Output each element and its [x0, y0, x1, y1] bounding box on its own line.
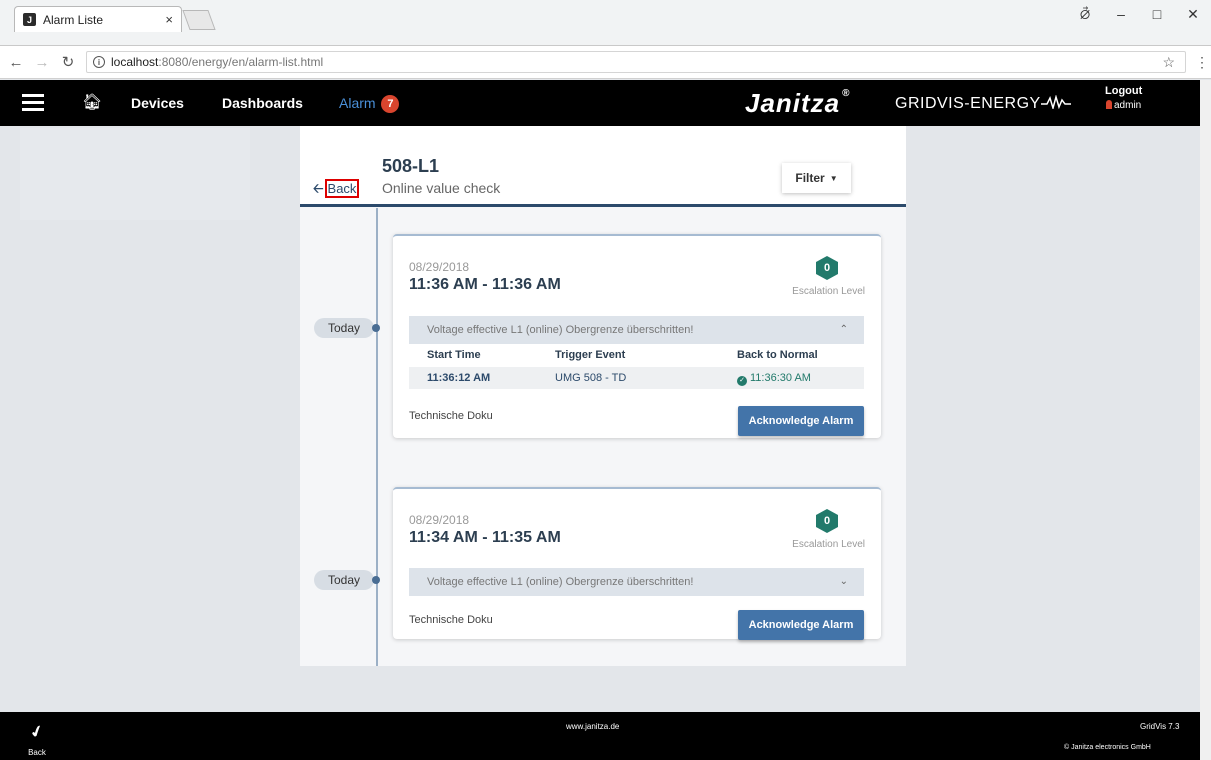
user-icon: [1106, 100, 1112, 109]
background-panel: [20, 128, 250, 220]
brand-registered: ®: [842, 88, 851, 99]
alarm-card: 08/29/2018 11:36 AM - 11:36 AM 0 Escalat…: [393, 234, 881, 438]
logout-label: Logout: [1105, 85, 1143, 97]
back-link-label: Back: [324, 179, 360, 198]
alarm-note: Technische Doku: [409, 410, 493, 422]
url-host: localhost: [111, 55, 159, 69]
alarm-count-badge: 7: [381, 95, 400, 114]
back-to-normal-time: 11:36:30 AM: [750, 372, 811, 384]
alarm-time-range: 11:34 AM - 11:35 AM: [409, 529, 561, 546]
browser-toolbar: ← → ↻ i localhost:8080/energy/en/alarm-l…: [0, 46, 1211, 79]
table-header-row: Start Time Trigger Event Back to Normal: [409, 344, 864, 366]
tab-close-icon[interactable]: ×: [165, 12, 173, 27]
app-navbar: 🏠︎ Devices Dashboards Alarm 7 Janitza ® G…: [0, 80, 1200, 126]
nav-devices[interactable]: Devices: [131, 95, 184, 111]
tab-title: Alarm Liste: [43, 12, 104, 27]
product-name: GRIDVIS-ENERGY: [895, 94, 1071, 113]
browser-menu-icon[interactable]: ⋮: [1195, 54, 1209, 71]
alarm-condition-header[interactable]: Voltage effective L1 (online) Obergrenze…: [409, 568, 864, 596]
maximize-icon[interactable]: □: [1139, 6, 1175, 22]
url-path: :8080/energy/en/alarm-list.html: [158, 55, 324, 69]
escalation-level-hexagon-icon: 0: [816, 509, 838, 533]
nav-alarm[interactable]: Alarm 7: [339, 95, 400, 114]
timeline-dot: [372, 324, 380, 332]
back-arrow-icon: 🡠︎: [313, 181, 324, 196]
alarm-card: 08/29/2018 11:34 AM - 11:35 AM 0 Escalat…: [393, 487, 881, 640]
username: admin: [1114, 100, 1142, 111]
timeline-dot: [372, 576, 380, 584]
footer-website-link[interactable]: www.janitza.de: [566, 722, 619, 731]
reload-icon[interactable]: ↻: [58, 53, 78, 71]
hamburger-menu-icon[interactable]: [22, 94, 44, 111]
user-info: admin: [1105, 100, 1142, 111]
cell-start-time: 11:36:12 AM: [427, 372, 491, 384]
brand-name: Janitza: [745, 88, 841, 118]
minimize-icon[interactable]: –: [1103, 6, 1139, 22]
alarm-note: Technische Doku: [409, 614, 493, 626]
escalation-level-hexagon-icon: 0: [816, 256, 838, 280]
url-bar[interactable]: i localhost:8080/energy/en/alarm-list.ht…: [86, 51, 1186, 73]
filter-dropdown-button[interactable]: Filter ▼: [782, 163, 851, 193]
alarm-date: 08/29/2018: [409, 260, 470, 274]
cell-back-to-normal: ✓ 11:36:30 AM: [737, 367, 811, 389]
acknowledge-alarm-button[interactable]: Acknowledge Alarm: [738, 406, 864, 436]
nav-alarm-label: Alarm: [339, 95, 376, 111]
new-tab-button[interactable]: [182, 10, 216, 30]
browser-titlebar: J Alarm Liste × ⦳ – □ ✕: [0, 0, 1211, 46]
product-name-text: GRIDVIS-ENERGY: [895, 95, 1041, 112]
browser-back-icon[interactable]: ←: [6, 54, 26, 71]
alarm-date: 08/29/2018: [409, 513, 470, 527]
column-header-back-to-normal: Back to Normal: [737, 349, 818, 361]
alarm-condition-text: Voltage effective L1 (online) Obergrenze…: [427, 576, 694, 588]
alarm-condition-text: Voltage effective L1 (online) Obergrenze…: [427, 324, 694, 336]
chevron-down-icon[interactable]: ⌄: [840, 568, 848, 596]
footer-back-label: Back: [28, 748, 46, 757]
footer-back-button[interactable]: ✔ Back: [22, 722, 52, 760]
back-link[interactable]: 🡠︎ Back: [313, 179, 360, 202]
timeline-line: [376, 208, 378, 666]
janitza-logo: Janitza ®: [745, 88, 851, 119]
content-header: 🡠︎ Back 508-L1 Online value check Filter ▼: [300, 126, 906, 207]
info-icon[interactable]: i: [93, 56, 105, 68]
page-scrollbar[interactable]: [1200, 80, 1211, 760]
caret-down-icon: ▼: [829, 173, 838, 183]
close-window-icon[interactable]: ✕: [1175, 6, 1211, 23]
browser-tab[interactable]: J Alarm Liste ×: [14, 6, 182, 32]
app-footer: ✔ Back www.janitza.de GridVis 7.3 © Jani…: [0, 712, 1200, 760]
cell-trigger-event: UMG 508 - TD: [555, 372, 627, 384]
table-row: 11:36:12 AM UMG 508 - TD ✓ 11:36:30 AM: [409, 367, 864, 389]
escalation-level-label: Escalation Level: [792, 286, 865, 297]
janitza-favicon-icon: J: [23, 13, 36, 26]
pulse-wave-icon: [1040, 94, 1071, 111]
footer-version: GridVis 7.3: [1140, 722, 1180, 731]
back-swoosh-icon: ✔: [27, 722, 47, 743]
acknowledge-alarm-button[interactable]: Acknowledge Alarm: [738, 610, 864, 640]
escalation-level-label: Escalation Level: [792, 539, 865, 550]
profile-icon[interactable]: ⦳: [1067, 6, 1103, 23]
nav-dashboards[interactable]: Dashboards: [222, 95, 303, 111]
chevron-up-icon[interactable]: ⌃: [840, 316, 848, 344]
device-subtitle: Online value check: [382, 180, 501, 196]
column-header-trigger-event: Trigger Event: [555, 349, 626, 361]
alarm-time-range: 11:36 AM - 11:36 AM: [409, 276, 561, 293]
timeline-day-label: Today: [314, 570, 374, 590]
alarm-condition-header[interactable]: Voltage effective L1 (online) Obergrenze…: [409, 316, 864, 344]
timeline-day-label: Today: [314, 318, 374, 338]
filter-label: Filter: [795, 171, 825, 185]
check-circle-icon: ✓: [737, 376, 747, 386]
logout-button[interactable]: Logout admin: [1105, 85, 1142, 111]
device-title: 508-L1: [382, 156, 440, 176]
column-header-start-time: Start Time: [427, 349, 481, 361]
window-controls: ⦳ – □ ✕: [1067, 0, 1211, 28]
home-icon[interactable]: 🏠︎: [82, 92, 102, 112]
footer-copyright: © Janitza electronics GmbH: [1064, 744, 1151, 751]
bookmark-star-icon[interactable]: ☆: [1162, 54, 1175, 71]
browser-forward-icon[interactable]: →: [32, 54, 52, 71]
